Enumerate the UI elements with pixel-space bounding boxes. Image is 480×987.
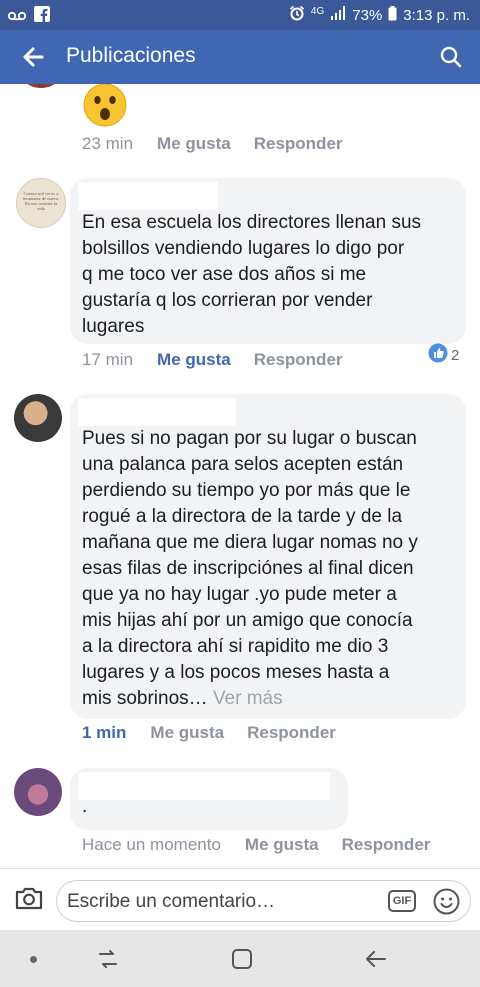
like-button[interactable]: Me gusta [157,350,231,370]
reaction-summary[interactable]: 2 [428,343,459,367]
comment-line: gustaría q los corrieran por vender [82,290,373,311]
comment-bubble[interactable]: . [70,768,348,830]
comment-time: 17 min [82,350,134,369]
battery-level: 73% [352,6,383,24]
comment-line: Pues si no pagan por su lugar o buscan [82,428,417,449]
network-type-label: 4G [310,5,325,17]
like-button[interactable]: Me gusta [245,835,319,855]
avatar[interactable] [16,84,66,88]
comment-actions: 23 min Me gusta Responder [82,134,343,154]
alarm-icon [289,5,305,25]
surprised-emoji-reaction [82,84,128,128]
signal-icon [330,6,346,24]
comment-text: En esa escuela los directores llenan sus… [82,210,421,340]
comment-line: mis hijas ahí por un amigo que conocía [82,610,413,631]
comment-line: rogué a la directora de la tarde y de la [82,506,403,527]
home-button-icon[interactable] [231,948,253,975]
thumbs-up-icon [428,343,448,367]
avatar[interactable] [14,768,62,816]
author-name-redacted [78,772,330,800]
reply-button[interactable]: Responder [342,835,431,855]
comment-time: 1 min [82,723,127,742]
status-bar: 4G 73% 3:13 p. m. [0,0,480,30]
comment-line: En esa escuela los directores llenan sus [82,212,422,233]
comment-input[interactable]: Escribe un comentario… GIF [56,880,471,922]
comment-line: mañana que me diera lugar nomas no y [82,532,418,553]
author-name-redacted [78,182,218,210]
back-button-icon[interactable] [364,948,388,975]
comment-line: lugares y a los pocos meses hasta a [82,662,390,683]
comment-time: Hace un momento [82,835,221,854]
search-icon[interactable] [434,40,468,74]
page-title: Publicaciones [66,44,196,67]
clock: 3:13 p. m. [403,6,470,24]
back-arrow-icon[interactable] [16,40,50,74]
comment-line: bolsillos vendiendo lugares lo digo por [82,238,405,259]
see-more-link[interactable]: Ver más [213,688,283,709]
comments-feed[interactable]: 23 min Me gusta Responder Cuenca mil vec… [0,84,480,868]
comment-line: q me toco ver ase dos años si me [82,264,367,285]
comment-line-end: mis sobrinos… [82,688,208,709]
reaction-count: 2 [451,346,460,364]
avatar[interactable]: Cuenca mil veces y levantarse de nuevo. … [16,178,66,228]
comment-actions: Hace un momento Me gusta Responder [82,835,430,855]
comment-line: una palanca para selos acepten están [82,454,404,475]
comment-line: perdiendo su tiempo yo por más que le [82,480,411,501]
gif-button[interactable]: GIF [388,890,416,912]
comment-text: Pues si no pagan por su lugar o buscan u… [82,426,418,712]
like-button[interactable]: Me gusta [150,723,224,743]
comment-text: . [82,796,88,817]
comment-line: lugares [82,316,145,337]
like-button[interactable]: Me gusta [157,134,231,154]
system-navigation-bar [0,930,480,987]
camera-icon[interactable] [14,885,44,911]
reply-button[interactable]: Responder [247,723,336,743]
battery-icon [388,5,397,25]
comment-line: esas filas de inscripciónes al final dic… [82,558,414,579]
comment-input-placeholder: Escribe un comentario… [67,891,276,912]
avatar[interactable] [14,394,62,442]
avatar-quote-text: Cuenca mil veces y levantarse de nuevo. … [22,191,60,211]
comment-line: que ya no hay lugar .yo pude meter a [82,584,397,605]
comment-actions: 1 min Me gusta Responder [82,723,336,743]
comment-actions: 17 min Me gusta Responder [82,350,343,370]
facebook-notification-icon [34,6,50,26]
comment-line: mis sobrinos… Ver más [82,686,418,712]
app-bar: Publicaciones [0,30,480,84]
author-name-redacted [78,398,236,426]
reply-button[interactable]: Responder [254,134,343,154]
emoji-icon[interactable] [433,888,460,915]
voicemail-icon [7,8,27,25]
recent-apps-icon[interactable] [96,948,120,975]
comment-composer: Escribe un comentario… GIF [0,868,480,930]
reply-button[interactable]: Responder [254,350,343,370]
dot-indicator-icon [30,956,37,963]
comment-line: a la directora ahí si rapidito me dio 3 [82,636,389,657]
comment-time: 23 min [82,134,134,153]
